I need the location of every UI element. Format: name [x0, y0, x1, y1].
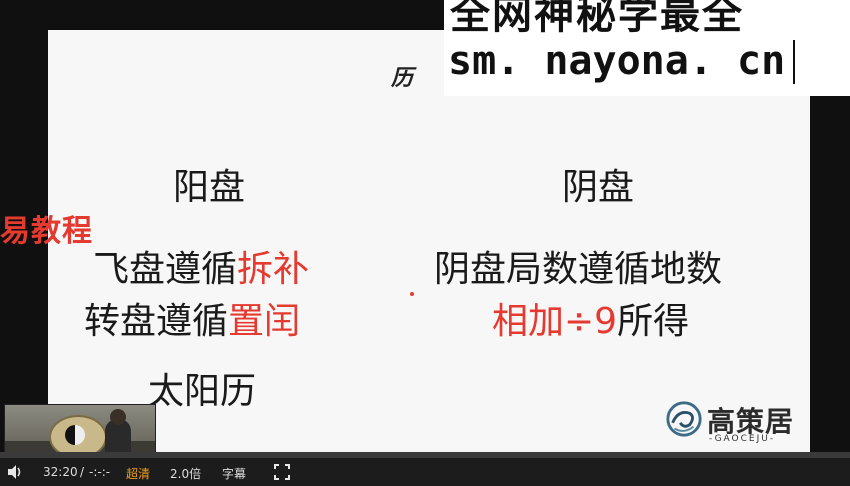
left-line-2-text: 转盘遵循 — [84, 301, 229, 342]
presenter-head — [110, 409, 126, 425]
right-line-1: 阴盘局数遵循地数 — [434, 249, 723, 290]
left-line-3: 太阳历 — [148, 371, 257, 412]
right-line-2: 相加÷9所得 — [492, 292, 689, 344]
video-stage[interactable]: 历 阳盘 飞盘遵循拆补 转盘遵循置闰 太阳历 阴盘 阴盘局数遵循地数 相加÷9所… — [0, 0, 850, 462]
swirl-logo-icon — [666, 401, 702, 437]
left-line-2-highlight: 置闰 — [228, 301, 301, 342]
red-dot — [410, 292, 414, 296]
right-line-2-text: 所得 — [617, 301, 690, 342]
right-heading: 阴盘 — [562, 167, 635, 208]
quality-button[interactable]: 超清 — [126, 465, 150, 482]
side-label: 易教程 — [0, 214, 93, 249]
time-total: -:-:- — [89, 465, 111, 479]
left-line-1-text: 飞盘遵循 — [93, 249, 238, 290]
volume-icon[interactable] — [6, 463, 24, 481]
slide-title: 历 — [391, 65, 414, 91]
speed-button[interactable]: 2.0倍 — [170, 465, 201, 482]
watermark-top-text: 全网神秘学最全 — [450, 0, 744, 38]
player-controls: 32:20 / -:-:- 超清 2.0倍 字幕 — [0, 458, 850, 486]
logo-subtext: -GAOCEJU- — [709, 434, 776, 444]
left-line-1-highlight: 拆补 — [237, 249, 310, 290]
time-current: 32:20 — [43, 465, 78, 479]
left-heading: 阳盘 — [173, 167, 246, 208]
time-separator: / — [80, 465, 85, 479]
watermark-url: sm. nayona. cn — [448, 38, 786, 84]
text-cursor — [793, 40, 795, 84]
subtitles-button[interactable]: 字幕 — [222, 465, 246, 482]
yin-yang-icon — [65, 425, 85, 445]
fullscreen-icon[interactable] — [273, 463, 291, 481]
left-line-1: 飞盘遵循拆补 — [93, 240, 309, 292]
left-line-2: 转盘遵循置闰 — [84, 292, 300, 344]
right-line-2-highlight: 相加÷9 — [492, 301, 618, 342]
gaoceju-logo: 高策居 -GAOCEJU- — [663, 398, 803, 448]
